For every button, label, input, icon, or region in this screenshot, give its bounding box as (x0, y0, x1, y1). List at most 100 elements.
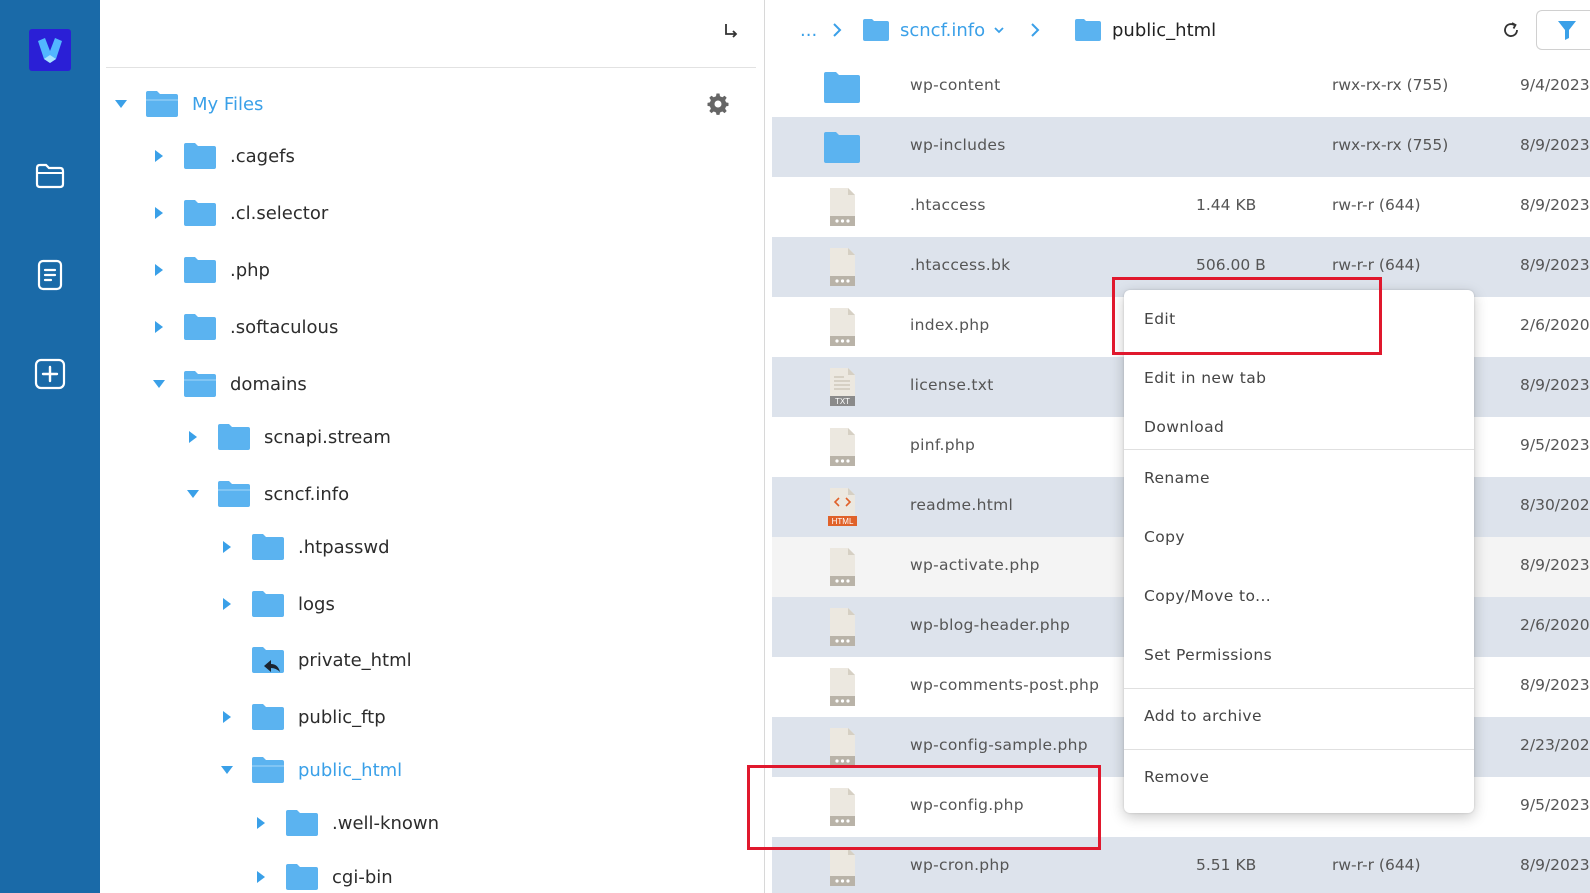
breadcrumb-ellipsis[interactable]: ... (800, 16, 817, 44)
file-date: 2/23/2023 (1520, 736, 1590, 754)
menu-divider (1124, 688, 1474, 689)
tree-item[interactable]: .cl.selector (150, 193, 328, 233)
file-name: .htaccess (910, 196, 986, 214)
breadcrumb-current-label: public_html (1112, 19, 1217, 41)
folder-icon (824, 72, 860, 103)
file-name: wp-blog-header.php (910, 616, 1071, 634)
tree-item[interactable]: private_html (218, 640, 412, 680)
menu-item-download[interactable]: Download (1144, 414, 1454, 440)
breadcrumb-parent[interactable]: scncf.info (862, 16, 1005, 44)
caret-right-icon[interactable] (218, 595, 236, 613)
menu-item-edit[interactable]: Edit (1144, 306, 1454, 332)
file-icon (830, 728, 855, 766)
folder-icon (252, 704, 284, 730)
menu-item-rename[interactable]: Rename (1144, 465, 1454, 491)
menu-item-edit-new-tab[interactable]: Edit in new tab (1144, 365, 1454, 391)
tree-item-label: private_html (298, 649, 412, 671)
file-icon (830, 668, 855, 706)
caret-right-icon[interactable] (218, 708, 236, 726)
menu-divider (1124, 749, 1474, 750)
tree-item[interactable]: cgi-bin (252, 857, 393, 893)
file-date: 8/9/2023 (1520, 256, 1590, 274)
folder-icon (824, 132, 860, 163)
tree-item[interactable]: .php (150, 250, 270, 290)
folder-open-icon (218, 481, 250, 507)
document-icon (36, 259, 64, 295)
file-icon (830, 188, 855, 226)
chevron-right-icon (1031, 23, 1040, 37)
text-file-icon: TXT (830, 368, 855, 406)
breadcrumb: ... scncf.info public_html (766, 0, 1590, 62)
tree-item-label: .htpasswd (298, 536, 390, 558)
tree-item[interactable]: scnapi.stream (184, 417, 391, 457)
caret-down-icon[interactable] (112, 95, 130, 113)
file-name: wp-cron.php (910, 856, 1010, 874)
menu-item-add-archive[interactable]: Add to archive (1144, 703, 1454, 729)
html-file-icon: HTML (828, 488, 857, 526)
caret-right-icon[interactable] (150, 318, 168, 336)
menu-item-copy[interactable]: Copy (1144, 524, 1454, 550)
caret-right-icon[interactable] (218, 538, 236, 556)
tree-item[interactable]: .cagefs (150, 136, 295, 176)
caret-down-icon[interactable] (150, 375, 168, 393)
file-date: 8/9/2023 (1520, 556, 1590, 574)
tree-item[interactable]: scncf.info (184, 474, 349, 514)
tree-header (106, 0, 756, 68)
menu-item-remove[interactable]: Remove (1144, 764, 1454, 790)
file-name: readme.html (910, 496, 1014, 514)
tree-root-my-files[interactable]: My Files (112, 84, 263, 124)
tree-item[interactable]: .softaculous (150, 307, 338, 347)
tree-item-label: scncf.info (264, 483, 350, 505)
tree-item[interactable]: public_ftp (218, 697, 386, 737)
refresh-button[interactable] (1496, 15, 1526, 45)
file-date: 8/9/2023 (1520, 196, 1590, 214)
caret-right-icon[interactable] (252, 814, 270, 832)
file-name: wp-comments-post.php (910, 676, 1100, 694)
add-nav-button[interactable] (30, 356, 70, 396)
file-date: 8/9/2023 (1520, 376, 1590, 394)
file-row[interactable]: .htaccess 1.44 KB rw-r-r (644) 8/9/2023 (772, 177, 1590, 237)
caret-right-icon[interactable] (252, 868, 270, 886)
file-name: wp-content (910, 76, 1001, 94)
file-date: 9/5/2023 (1520, 436, 1590, 454)
files-nav-button[interactable] (30, 158, 70, 198)
tree-item-label: .softaculous (230, 316, 339, 338)
file-name: wp-activate.php (910, 556, 1040, 574)
file-name: .htaccess.bk (910, 256, 1011, 274)
tree-item[interactable]: .htpasswd (218, 527, 390, 567)
breadcrumb-current[interactable]: public_html (1074, 16, 1216, 44)
file-row[interactable]: wp-cron.php 5.51 KB rw-r-r (644) 8/9/2023 (772, 837, 1590, 893)
tree-item[interactable]: .well-known (252, 803, 439, 843)
plus-square-icon (34, 358, 66, 394)
folder-icon (286, 810, 318, 836)
tree-item[interactable]: domains (150, 364, 307, 404)
tree-item-label: .php (230, 259, 270, 281)
collapse-panel-button[interactable] (718, 20, 744, 46)
file-row[interactable]: wp-content rwx-rx-rx (755) 9/4/2023 (772, 57, 1590, 117)
breadcrumb-parent-label: scncf.info (900, 19, 986, 41)
file-manager-app: My Files .cagefs .cl.selector .php .softacu… (0, 0, 1590, 893)
menu-item-copy-move[interactable]: Copy/Move to... (1144, 583, 1454, 609)
caret-right-icon[interactable] (150, 147, 168, 165)
tree-item[interactable]: logs (218, 584, 335, 624)
folder-icon (1075, 19, 1101, 41)
logo-icon[interactable] (29, 29, 71, 71)
menu-item-set-permissions[interactable]: Set Permissions (1144, 642, 1454, 668)
file-icon (830, 428, 855, 466)
caret-spacer (218, 651, 236, 669)
file-date: 8/9/2023 (1520, 136, 1590, 154)
filter-button[interactable] (1536, 10, 1590, 50)
caret-right-icon[interactable] (184, 428, 202, 446)
file-icon (830, 848, 855, 886)
file-row[interactable]: .htaccess.bk 506.00 B rw-r-r (644) 8/9/2023 (772, 237, 1590, 297)
file-size: 5.51 KB (1196, 856, 1257, 874)
file-row[interactable]: wp-includes rwx-rx-rx (755) 8/9/2023 (772, 117, 1590, 177)
tree-item[interactable]: public_html (218, 750, 402, 790)
gear-icon[interactable] (706, 92, 730, 116)
caret-right-icon[interactable] (150, 204, 168, 222)
editor-nav-button[interactable] (30, 257, 70, 297)
caret-down-icon[interactable] (184, 485, 202, 503)
file-name: wp-includes (910, 136, 1006, 154)
caret-right-icon[interactable] (150, 261, 168, 279)
caret-down-icon[interactable] (218, 761, 236, 779)
